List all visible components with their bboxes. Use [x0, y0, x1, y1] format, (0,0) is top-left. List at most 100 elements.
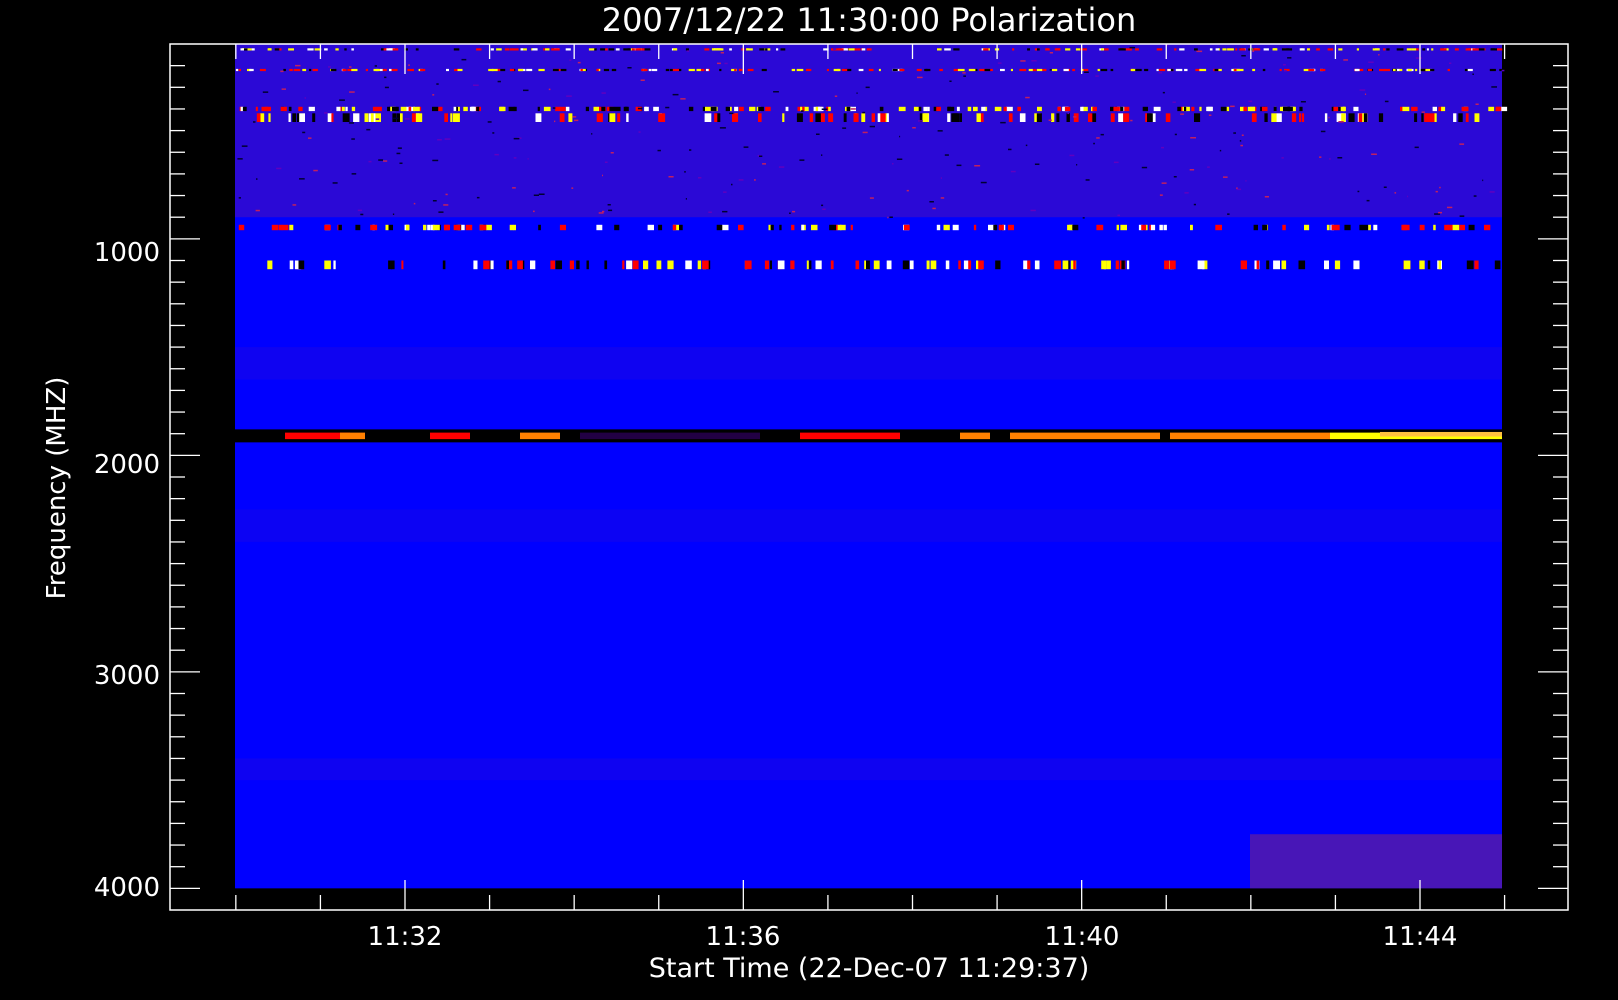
- heatmap-speckle: [450, 113, 453, 122]
- heatmap-speckle: [738, 224, 744, 231]
- heatmap-speckle: [473, 260, 478, 270]
- heatmap-speckle: [1266, 260, 1270, 270]
- heatmap-speckle: [1326, 224, 1330, 231]
- heatmap-noise: [397, 147, 402, 149]
- heatmap-speckle: [923, 106, 928, 112]
- heatmap-speckle: [624, 106, 628, 112]
- heatmap-speckle: [1271, 113, 1277, 122]
- heatmap-speckle: [351, 48, 354, 51]
- heatmap-speckle: [376, 106, 382, 112]
- heatmap-noise: [238, 197, 241, 199]
- heatmap-speckle: [1106, 260, 1111, 270]
- heatmap-speckle: [1402, 106, 1410, 112]
- heatmap-noise: [1319, 156, 1322, 158]
- heatmap-noise: [1025, 144, 1028, 147]
- heatmap-noise: [1161, 146, 1164, 149]
- heatmap-noise: [1130, 119, 1133, 122]
- heatmap-speckle: [278, 224, 283, 231]
- heatmap-speckle: [672, 224, 677, 231]
- heatmap-noise: [292, 204, 297, 206]
- heatmap-speckle: [1088, 113, 1093, 122]
- heatmap-speckle: [909, 260, 914, 270]
- heatmap-speckle: [643, 260, 649, 270]
- heatmap-speckle: [729, 48, 732, 51]
- heatmap-noise: [538, 193, 545, 195]
- heatmap-speckle: [423, 224, 427, 231]
- heatmap-speckle: [615, 48, 620, 51]
- spectrogram-chart: 2007/12/22 11:30:00 Polarization Start T…: [0, 0, 1618, 1000]
- heatmap-speckle: [973, 224, 977, 231]
- heatmap-speckle: [658, 113, 666, 122]
- heatmap-speckle: [1153, 106, 1161, 112]
- heatmap-speckle: [1501, 106, 1508, 112]
- heatmap-speckle: [1051, 68, 1058, 72]
- heatmap-noise: [723, 191, 727, 193]
- heatmap-speckle: [746, 48, 749, 51]
- heatmap-speckle: [235, 68, 239, 72]
- heatmap-speckle: [1415, 68, 1418, 72]
- heatmap-noise: [665, 106, 670, 109]
- heatmap-speckle: [382, 68, 387, 72]
- heatmap-speckle: [1291, 113, 1297, 122]
- heatmap-speckle: [669, 68, 673, 72]
- heatmap-noise: [1223, 176, 1228, 178]
- heatmap-speckle: [293, 68, 301, 72]
- heatmap-noise: [404, 118, 410, 120]
- heatmap-speckle: [365, 68, 368, 72]
- y-axis-label: Frequency (MHZ): [42, 377, 72, 600]
- heatmap-speckle: [281, 224, 289, 231]
- heatmap-noise: [759, 155, 763, 157]
- heatmap-speckle: [841, 68, 848, 72]
- heatmap-speckle: [952, 224, 959, 231]
- heatmap-noise: [601, 92, 606, 94]
- heatmap-speckle: [1467, 68, 1473, 72]
- heatmap-speckle: [1316, 48, 1320, 51]
- heatmap-noise: [684, 171, 686, 173]
- heatmap-speckle: [853, 113, 859, 122]
- heatmap-speckle: [1072, 68, 1076, 72]
- heatmap-speckle: [1120, 48, 1126, 51]
- heatmap-noise: [548, 88, 551, 91]
- heatmap-noise: [657, 149, 661, 152]
- heatmap-speckle: [1396, 48, 1404, 51]
- heatmap-speckle: [283, 68, 286, 72]
- heatmap-speckle: [1012, 48, 1015, 51]
- y-tick-label: 3000: [94, 661, 160, 691]
- heatmap-speckle: [1403, 260, 1411, 270]
- heatmap-speckle: [973, 106, 978, 112]
- heatmap-noise: [1240, 144, 1243, 147]
- heatmap-speckle: [1073, 113, 1079, 122]
- heatmap-noise: [1020, 60, 1026, 62]
- heatmap-speckle: [513, 224, 516, 231]
- heatmap-speckle: [353, 113, 360, 122]
- heatmap-noise: [1449, 62, 1452, 64]
- heatmap-noise: [1180, 113, 1184, 115]
- heatmap-speckle: [1496, 48, 1503, 51]
- heatmap-noise: [473, 84, 479, 86]
- heatmap-noise: [1207, 166, 1210, 168]
- heatmap-noise: [896, 158, 903, 160]
- heatmap-speckle: [1411, 48, 1417, 51]
- heatmap-speckle: [1261, 106, 1268, 112]
- heatmap-speckle: [1097, 68, 1100, 72]
- heatmap-noise: [862, 131, 868, 134]
- heatmap-speckle: [1281, 260, 1287, 270]
- heatmap-speckle: [957, 68, 965, 72]
- heatmap-speckle: [1440, 48, 1447, 51]
- heatmap-noise: [571, 187, 574, 189]
- heatmap-speckle: [714, 48, 719, 51]
- heatmap-noise: [607, 204, 611, 206]
- heatmap-speckle: [1263, 48, 1269, 51]
- heatmap-speckle: [1359, 224, 1363, 231]
- heatmap-speckle: [924, 68, 928, 72]
- heatmap-noise: [299, 178, 305, 180]
- heatmap-noise: [1245, 180, 1247, 182]
- heatmap-speckle: [1175, 68, 1183, 72]
- heatmap-speckle: [984, 68, 991, 72]
- heatmap-speckle: [370, 224, 378, 231]
- heatmap-speckle: [603, 68, 610, 72]
- heatmap-noise: [1378, 54, 1380, 56]
- heatmap-noise: [865, 86, 870, 89]
- heatmap-speckle: [453, 106, 457, 112]
- heatmap-noise: [956, 164, 962, 167]
